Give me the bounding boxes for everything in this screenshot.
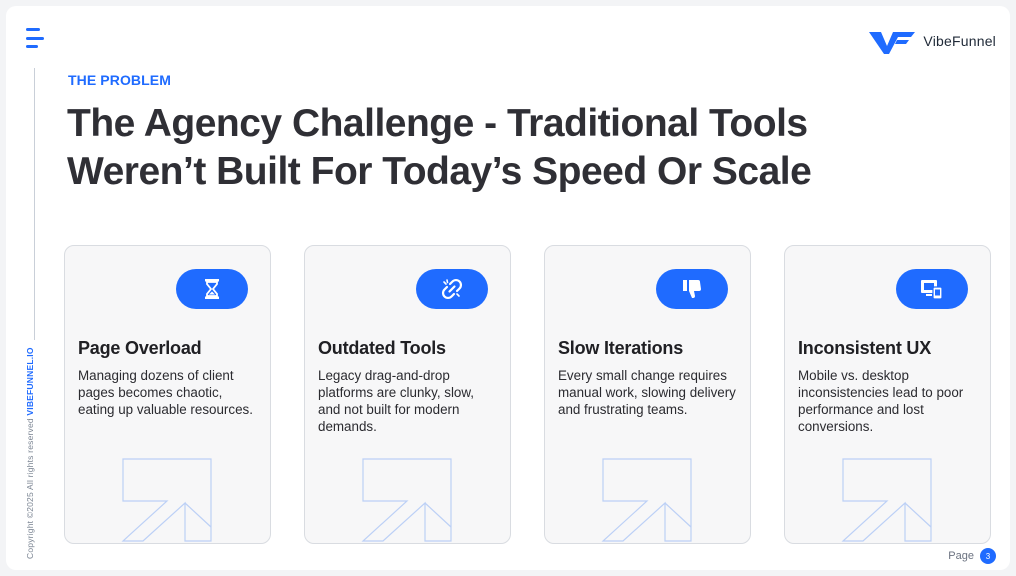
card-description: Legacy drag-and-drop platforms are clunk… — [318, 368, 475, 434]
card-title: Outdated Tools — [318, 338, 446, 358]
broken-link-icon — [416, 269, 488, 309]
menu-icon[interactable] — [26, 28, 46, 48]
arrow-watermark-icon — [601, 458, 692, 542]
card-description: Managing dozens of client pages becomes … — [78, 368, 253, 417]
brand-logo[interactable]: VibeFunnel — [867, 26, 996, 56]
page-indicator: Page 3 — [948, 548, 996, 564]
card-description: Mobile vs. desktop inconsistencies lead … — [798, 368, 964, 434]
arrow-watermark-icon — [121, 458, 212, 542]
side-divider — [34, 68, 35, 340]
page-number-badge: 3 — [980, 548, 996, 564]
arrow-watermark-icon — [361, 458, 452, 542]
card-title: Slow Iterations — [558, 338, 684, 358]
copyright-label: Copyright ©2025 All rights reserved — [25, 418, 35, 559]
problem-card-page-overload: Page Overload Managing dozens of client … — [64, 245, 271, 544]
arrow-watermark-icon — [841, 458, 932, 542]
page-label: Page — [948, 550, 974, 562]
responsive-devices-icon — [896, 269, 968, 309]
page-title: The Agency Challenge - Traditional Tools… — [67, 102, 812, 193]
vibefunnel-logo-icon — [869, 32, 916, 54]
brand-name: VibeFunnel — [923, 33, 996, 49]
problem-card-slow-iterations: Slow Iterations Every small change requi… — [544, 245, 751, 544]
card-title: Inconsistent UX — [798, 338, 932, 358]
section-kicker: THE PROBLEM — [68, 72, 171, 88]
copyright-text: Copyright ©2025 All rights reserved VIBE… — [25, 347, 35, 559]
card-description: Every small change requires manual work,… — [558, 368, 736, 417]
card-title: Page Overload — [78, 338, 202, 358]
problem-card-outdated-tools: Outdated Tools Legacy drag-and-drop plat… — [304, 245, 511, 544]
hourglass-icon — [176, 269, 248, 309]
slide: Copyright ©2025 All rights reserved VIBE… — [6, 6, 1010, 570]
problem-card-inconsistent-ux: Inconsistent UX Mobile vs. desktop incon… — [784, 245, 991, 544]
thumbs-down-icon — [656, 269, 728, 309]
site-label[interactable]: VIBEFUNNEL.IO — [25, 347, 35, 415]
